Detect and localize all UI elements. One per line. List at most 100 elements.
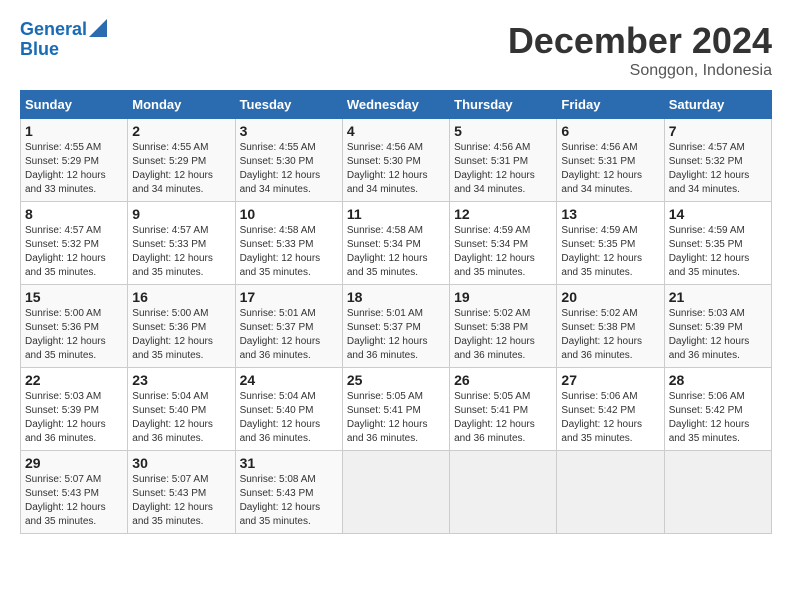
logo-text: General [20,20,87,40]
calendar-cell [450,451,557,534]
day-info: Sunrise: 5:04 AMSunset: 5:40 PMDaylight:… [132,390,230,446]
day-number: 18 [347,289,445,305]
calendar-cell: 16Sunrise: 5:00 AMSunset: 5:36 PMDayligh… [128,285,235,368]
weekday-header-saturday: Saturday [664,91,771,119]
calendar-week-row-3: 15 Sunrise: 5:00 AMSunset: 5:36 PMDayligh… [21,285,772,368]
calendar-week-row-4: 22 Sunrise: 5:03 AMSunset: 5:39 PMDayligh… [21,368,772,451]
calendar-week-row-5: 29 Sunrise: 5:07 AMSunset: 5:43 PMDayligh… [21,451,772,534]
day-info: Sunrise: 4:57 AMSunset: 5:32 PMDaylight:… [669,141,767,197]
day-info: Sunrise: 5:05 AMSunset: 5:41 PMDaylight:… [454,390,552,446]
day-number: 19 [454,289,552,305]
calendar-cell: 11 Sunrise: 4:58 AMSunset: 5:34 PMDayligh… [342,202,449,285]
calendar-cell: 21 Sunrise: 5:03 AMSunset: 5:39 PMDayligh… [664,285,771,368]
calendar-cell [557,451,664,534]
day-info: Sunrise: 4:57 AMSunset: 5:32 PMDaylight:… [25,224,123,280]
calendar-cell: 24Sunrise: 5:04 AMSunset: 5:40 PMDayligh… [235,368,342,451]
day-info: Sunrise: 5:06 AMSunset: 5:42 PMDaylight:… [561,390,659,446]
day-info: Sunrise: 5:07 AMSunset: 5:43 PMDaylight:… [132,473,230,529]
calendar-cell: 17 Sunrise: 5:01 AMSunset: 5:37 PMDayligh… [235,285,342,368]
day-info: Sunrise: 5:05 AMSunset: 5:41 PMDaylight:… [347,390,445,446]
calendar-cell: 8 Sunrise: 4:57 AMSunset: 5:32 PMDaylight… [21,202,128,285]
calendar-cell: 13 Sunrise: 4:59 AMSunset: 5:35 PMDayligh… [557,202,664,285]
day-info: Sunrise: 5:02 AMSunset: 5:38 PMDaylight:… [454,307,552,363]
weekday-header-monday: Monday [128,91,235,119]
calendar-cell: 2Sunrise: 4:55 AMSunset: 5:29 PMDaylight… [128,119,235,202]
day-info: Sunrise: 5:00 AMSunset: 5:36 PMDaylight:… [132,307,230,363]
day-number: 15 [25,289,123,305]
weekday-header-friday: Friday [557,91,664,119]
calendar-cell: 7Sunrise: 4:57 AMSunset: 5:32 PMDaylight… [664,119,771,202]
day-info: Sunrise: 5:03 AMSunset: 5:39 PMDaylight:… [669,307,767,363]
day-info: Sunrise: 5:06 AMSunset: 5:42 PMDaylight:… [669,390,767,446]
day-number: 3 [240,123,338,139]
calendar-cell: 12Sunrise: 4:59 AMSunset: 5:34 PMDayligh… [450,202,557,285]
day-info: Sunrise: 5:03 AMSunset: 5:39 PMDaylight:… [25,390,123,446]
calendar-cell: 20 Sunrise: 5:02 AMSunset: 5:38 PMDayligh… [557,285,664,368]
day-info: Sunrise: 4:58 AMSunset: 5:34 PMDaylight:… [347,224,445,280]
day-number: 13 [561,206,659,222]
day-info: Sunrise: 4:56 AMSunset: 5:31 PMDaylight:… [561,141,659,197]
calendar-cell [342,451,449,534]
day-number: 14 [669,206,767,222]
calendar-week-row-2: 8 Sunrise: 4:57 AMSunset: 5:32 PMDaylight… [21,202,772,285]
calendar-cell [664,451,771,534]
weekday-header-sunday: Sunday [21,91,128,119]
calendar-cell: 22 Sunrise: 5:03 AMSunset: 5:39 PMDayligh… [21,368,128,451]
day-info: Sunrise: 5:04 AMSunset: 5:40 PMDaylight:… [240,390,338,446]
weekday-header-thursday: Thursday [450,91,557,119]
day-info: Sunrise: 5:02 AMSunset: 5:38 PMDaylight:… [561,307,659,363]
calendar-cell: 14 Sunrise: 4:59 AMSunset: 5:35 PMDayligh… [664,202,771,285]
day-info: Sunrise: 4:57 AMSunset: 5:33 PMDaylight:… [132,224,230,280]
day-number: 9 [132,206,230,222]
day-info: Sunrise: 4:56 AMSunset: 5:31 PMDaylight:… [454,141,552,197]
day-info: Sunrise: 4:58 AMSunset: 5:33 PMDaylight:… [240,224,338,280]
calendar-cell: 27 Sunrise: 5:06 AMSunset: 5:42 PMDayligh… [557,368,664,451]
day-info: Sunrise: 4:59 AMSunset: 5:35 PMDaylight:… [669,224,767,280]
logo-blue-text: Blue [20,40,59,60]
day-number: 29 [25,455,123,471]
day-number: 2 [132,123,230,139]
day-number: 11 [347,206,445,222]
day-info: Sunrise: 4:59 AMSunset: 5:34 PMDaylight:… [454,224,552,280]
calendar-cell: 5 Sunrise: 4:56 AMSunset: 5:31 PMDaylight… [450,119,557,202]
day-info: Sunrise: 5:08 AMSunset: 5:43 PMDaylight:… [240,473,338,529]
day-number: 5 [454,123,552,139]
day-info: Sunrise: 4:55 AMSunset: 5:30 PMDaylight:… [240,141,338,197]
day-number: 22 [25,372,123,388]
calendar-cell: 6 Sunrise: 4:56 AMSunset: 5:31 PMDaylight… [557,119,664,202]
calendar-cell: 28Sunrise: 5:06 AMSunset: 5:42 PMDayligh… [664,368,771,451]
weekday-header-tuesday: Tuesday [235,91,342,119]
day-number: 26 [454,372,552,388]
day-number: 8 [25,206,123,222]
day-number: 6 [561,123,659,139]
weekday-header-row: SundayMondayTuesdayWednesdayThursdayFrid… [21,91,772,119]
calendar-cell: 25 Sunrise: 5:05 AMSunset: 5:41 PMDayligh… [342,368,449,451]
calendar-cell: 18Sunrise: 5:01 AMSunset: 5:37 PMDayligh… [342,285,449,368]
title-section: December 2024 Songgon, Indonesia [508,20,772,80]
page-header: General Blue December 2024 Songgon, Indo… [20,20,772,80]
calendar-cell: 10Sunrise: 4:58 AMSunset: 5:33 PMDayligh… [235,202,342,285]
calendar-table: SundayMondayTuesdayWednesdayThursdayFrid… [20,90,772,534]
day-number: 4 [347,123,445,139]
weekday-header-wednesday: Wednesday [342,91,449,119]
calendar-cell: 1Sunrise: 4:55 AMSunset: 5:29 PMDaylight… [21,119,128,202]
day-info: Sunrise: 4:56 AMSunset: 5:30 PMDaylight:… [347,141,445,197]
logo: General Blue [20,20,107,60]
day-info: Sunrise: 5:01 AMSunset: 5:37 PMDaylight:… [240,307,338,363]
day-number: 17 [240,289,338,305]
day-number: 27 [561,372,659,388]
day-info: Sunrise: 5:07 AMSunset: 5:43 PMDaylight:… [25,473,123,529]
day-number: 23 [132,372,230,388]
day-info: Sunrise: 5:00 AMSunset: 5:36 PMDaylight:… [25,307,123,363]
calendar-cell: 19 Sunrise: 5:02 AMSunset: 5:38 PMDayligh… [450,285,557,368]
day-number: 25 [347,372,445,388]
day-number: 30 [132,455,230,471]
calendar-cell: 4 Sunrise: 4:56 AMSunset: 5:30 PMDaylight… [342,119,449,202]
calendar-cell: 29 Sunrise: 5:07 AMSunset: 5:43 PMDayligh… [21,451,128,534]
day-info: Sunrise: 4:59 AMSunset: 5:35 PMDaylight:… [561,224,659,280]
day-number: 21 [669,289,767,305]
location-subtitle: Songgon, Indonesia [508,62,772,80]
day-number: 20 [561,289,659,305]
calendar-week-row-1: 1Sunrise: 4:55 AMSunset: 5:29 PMDaylight… [21,119,772,202]
calendar-cell: 9 Sunrise: 4:57 AMSunset: 5:33 PMDaylight… [128,202,235,285]
